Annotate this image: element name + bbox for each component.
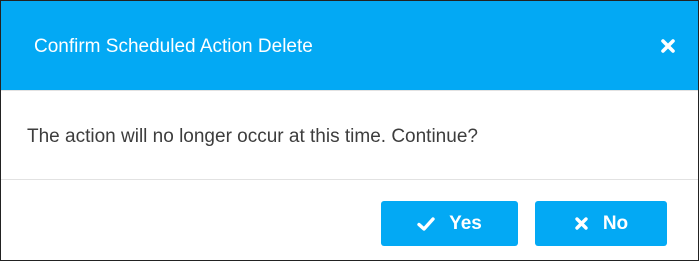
close-button[interactable] xyxy=(660,38,676,54)
dialog-header: Confirm Scheduled Action Delete xyxy=(1,1,698,90)
confirm-dialog: Confirm Scheduled Action Delete The acti… xyxy=(0,0,699,261)
dialog-message: The action will no longer occur at this … xyxy=(27,126,478,147)
yes-button-label: Yes xyxy=(449,212,482,234)
no-button[interactable]: No xyxy=(535,201,667,246)
footer-divider xyxy=(1,179,698,180)
close-icon xyxy=(661,39,675,53)
dialog-title: Confirm Scheduled Action Delete xyxy=(34,36,313,57)
yes-button[interactable]: Yes xyxy=(381,201,518,246)
check-icon xyxy=(417,216,435,231)
no-button-label: No xyxy=(602,212,629,234)
x-icon xyxy=(575,217,588,230)
header-divider xyxy=(1,90,698,91)
